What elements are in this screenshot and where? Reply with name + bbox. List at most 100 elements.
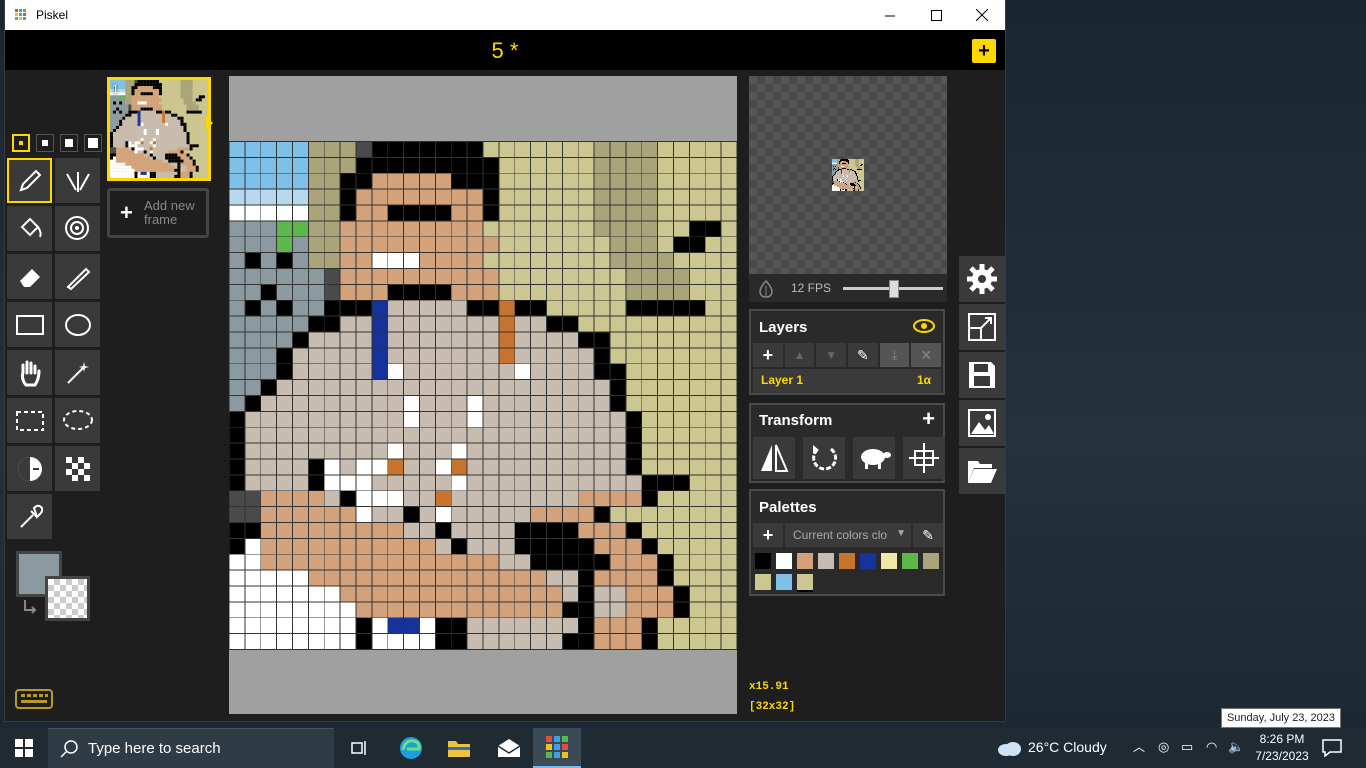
- settings-button[interactable]: [959, 256, 1005, 302]
- close-button[interactable]: [959, 0, 1005, 30]
- open-button[interactable]: [959, 448, 1005, 494]
- weather-text: 26°C Cloudy: [1028, 739, 1107, 755]
- secondary-color-swatch[interactable]: [45, 576, 90, 621]
- flip-button[interactable]: [753, 437, 795, 479]
- piskel-taskbar-button[interactable]: [533, 728, 581, 768]
- move-layer-down-button[interactable]: ▼: [816, 343, 847, 367]
- taskbar: Type here to search 26°C Cloudy ︿ ◎ ▭ ◠ …: [0, 728, 1366, 768]
- cloudy-weather-icon[interactable]: [996, 739, 1022, 757]
- lasso-selection-tool[interactable]: [55, 398, 100, 443]
- keyboard-shortcuts-icon[interactable]: [15, 688, 53, 710]
- pen-size-2[interactable]: [36, 134, 54, 152]
- vertical-mirror-pen-tool[interactable]: [55, 158, 100, 203]
- rename-layer-button[interactable]: ✎: [848, 343, 878, 367]
- meet-now-icon[interactable]: ◎: [1158, 739, 1169, 755]
- onion-skin-icon[interactable]: [757, 280, 775, 298]
- drawing-canvas-area[interactable]: [229, 76, 737, 714]
- window-title: Piskel: [36, 8, 69, 22]
- pen-tool[interactable]: [7, 158, 52, 203]
- palette-swatch[interactable]: [923, 553, 939, 569]
- clock-date[interactable]: 7/23/2023: [1252, 749, 1312, 763]
- palette-swatch[interactable]: [818, 553, 834, 569]
- minimize-icon: [884, 15, 895, 16]
- frame-preview-image: [110, 80, 208, 178]
- frame-thumbnail[interactable]: 1: [107, 77, 211, 181]
- paint-same-color-tool[interactable]: [55, 206, 100, 251]
- volume-icon[interactable]: 🔈: [1228, 739, 1244, 755]
- palettes-panel: Palettes + Current colors clo ▼ ✎: [749, 489, 945, 596]
- mirror-pen-icon: [65, 171, 90, 192]
- app-header: 5 * +: [5, 30, 1005, 70]
- fps-slider-handle[interactable]: [889, 280, 899, 298]
- export-button[interactable]: [959, 400, 1005, 446]
- palette-swatch[interactable]: [881, 553, 897, 569]
- move-tool[interactable]: [7, 350, 52, 395]
- palette-color-picker-icon[interactable]: [797, 574, 813, 592]
- add-palette-button[interactable]: +: [753, 523, 783, 547]
- search-icon: [60, 740, 78, 758]
- dithering-tool[interactable]: [55, 446, 100, 491]
- palette-swatch[interactable]: [797, 553, 813, 569]
- palette-swatch[interactable]: [755, 574, 771, 590]
- pixel-canvas[interactable]: [229, 141, 737, 650]
- move-layer-up-button[interactable]: ▲: [784, 343, 815, 367]
- add-layer-button[interactable]: +: [753, 343, 783, 367]
- palette-swatch[interactable]: [839, 553, 855, 569]
- circle-icon: [64, 313, 91, 336]
- delete-layer-button[interactable]: ✕: [911, 343, 942, 367]
- mail-button[interactable]: [485, 728, 533, 768]
- start-button[interactable]: [0, 728, 48, 768]
- maximize-button[interactable]: [913, 0, 959, 30]
- dashed-rectangle-icon: [15, 410, 44, 431]
- palette-swatch[interactable]: [860, 553, 876, 569]
- chevron-up-icon[interactable]: ︿: [1133, 738, 1145, 755]
- taskbar-search[interactable]: Type here to search: [48, 728, 334, 768]
- pen-size-3[interactable]: [60, 134, 78, 152]
- palette-swatch[interactable]: [776, 574, 792, 590]
- paint-bucket-tool[interactable]: [7, 206, 52, 251]
- clock-time[interactable]: 8:26 PM: [1256, 732, 1308, 746]
- clone-button[interactable]: [853, 437, 895, 479]
- fps-bar: 12 FPS: [749, 274, 947, 302]
- frame-selected-arrow-icon: [206, 116, 213, 130]
- transform-expand-button[interactable]: +: [922, 406, 935, 432]
- palette-select[interactable]: Current colors clo ▼: [785, 523, 911, 547]
- swap-colors-icon[interactable]: [21, 598, 39, 616]
- line-pen-icon: [65, 267, 90, 290]
- color-picker-tool[interactable]: [7, 494, 52, 539]
- task-view-button[interactable]: [336, 728, 384, 768]
- notification-icon[interactable]: [1322, 739, 1342, 757]
- eraser-icon: [19, 268, 40, 287]
- eye-icon[interactable]: [913, 319, 935, 333]
- lighten-tool[interactable]: [7, 446, 52, 491]
- add-frame-button[interactable]: + Add new frame: [107, 188, 209, 238]
- circle-tool[interactable]: [55, 302, 100, 347]
- stroke-tool[interactable]: [55, 254, 100, 299]
- edit-palette-button[interactable]: ✎: [913, 523, 943, 547]
- rectangle-tool[interactable]: [7, 302, 52, 347]
- palette-swatch[interactable]: [755, 553, 771, 569]
- sheep-icon: [861, 449, 891, 469]
- eraser-tool[interactable]: [7, 254, 52, 299]
- layer-item[interactable]: Layer 1 1α: [753, 369, 941, 393]
- center-button[interactable]: [903, 437, 945, 479]
- save-button[interactable]: [959, 352, 1005, 398]
- rectangle-selection-tool[interactable]: [7, 398, 52, 443]
- target-bucket-icon: [64, 215, 89, 240]
- shape-selection-tool[interactable]: [55, 350, 100, 395]
- pen-size-4[interactable]: [84, 134, 102, 152]
- title-bar: Piskel: [5, 0, 1005, 30]
- pen-size-1[interactable]: [12, 134, 30, 152]
- resize-button[interactable]: [959, 304, 1005, 350]
- minimize-button[interactable]: [867, 0, 913, 30]
- palette-swatch[interactable]: [776, 553, 792, 569]
- rotate-button[interactable]: [803, 437, 845, 479]
- new-sprite-button[interactable]: +: [972, 39, 996, 63]
- palette-swatch[interactable]: [902, 553, 918, 569]
- transform-panel: Transform +: [749, 403, 945, 483]
- edge-button[interactable]: [387, 728, 435, 768]
- battery-icon[interactable]: ▭: [1181, 739, 1193, 755]
- merge-layer-button[interactable]: ⤓: [879, 343, 910, 367]
- wifi-icon[interactable]: ◠: [1206, 739, 1217, 755]
- file-explorer-button[interactable]: [435, 728, 483, 768]
